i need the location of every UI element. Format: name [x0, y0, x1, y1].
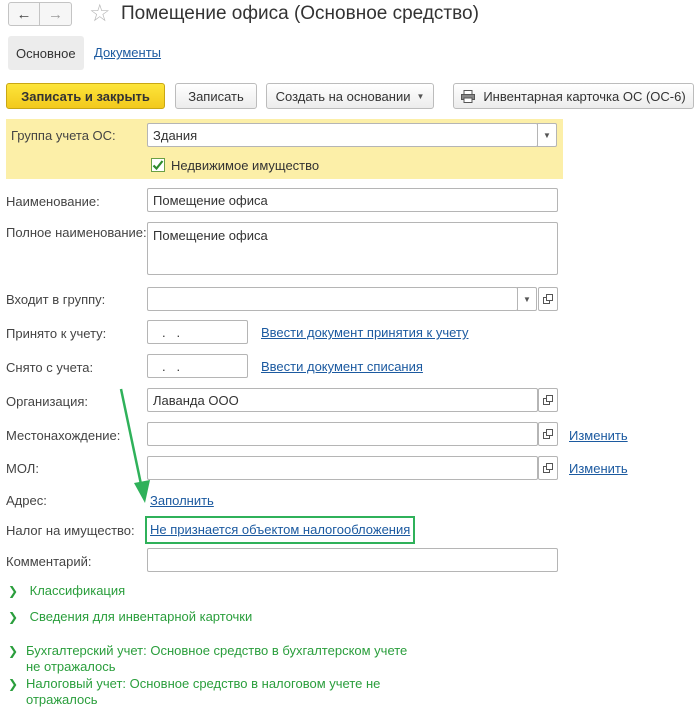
section-title: Налоговый учет: Основное средство в нало…	[26, 676, 381, 691]
open-window-icon	[542, 428, 554, 440]
open-window-icon	[542, 394, 554, 406]
open-window-icon	[542, 462, 554, 474]
tab-main[interactable]: Основное	[8, 36, 84, 70]
group-dropdown-button[interactable]: ▼	[537, 123, 557, 147]
section-classification[interactable]: ❯ Классификация	[8, 583, 125, 599]
tab-documents[interactable]: Документы	[94, 45, 161, 60]
organization-field[interactable]: Лаванда ООО	[147, 388, 538, 412]
name-field[interactable]: Помещение офиса	[147, 188, 558, 212]
organization-label: Организация:	[6, 394, 89, 409]
section-title-continued: не отражалось	[26, 659, 116, 674]
checkmark-icon	[152, 159, 164, 171]
mol-field[interactable]	[147, 456, 538, 480]
location-label: Местонахождение:	[6, 428, 121, 443]
removed-document-link[interactable]: Ввести документ списания	[261, 359, 423, 374]
removed-date-field[interactable]: . .	[147, 354, 248, 378]
parent-group-dropdown-button[interactable]: ▼	[517, 287, 537, 311]
page-title: Помещение офиса (Основное средство)	[121, 3, 479, 24]
save-and-close-button[interactable]: Записать и закрыть	[6, 83, 165, 109]
removed-label: Снято с учета:	[6, 360, 94, 375]
back-button[interactable]: ←	[8, 2, 40, 26]
comment-field[interactable]	[147, 548, 558, 572]
accepted-label: Принято к учету:	[6, 326, 107, 341]
arrow-left-icon: ←	[16, 5, 32, 23]
inventory-card-button[interactable]: Инвентарная карточка ОС (ОС-6)	[453, 83, 694, 109]
section-title: Сведения для инвентарной карточки	[29, 609, 253, 624]
property-tax-link[interactable]: Не признается объектом налогообложения	[150, 522, 410, 537]
location-change-link[interactable]: Изменить	[569, 428, 628, 443]
realty-label: Недвижимое имущество	[171, 158, 320, 173]
chevron-right-icon: ❯	[8, 610, 19, 624]
star-icon[interactable]: ☆	[89, 2, 111, 26]
arrow-right-icon: →	[48, 5, 63, 23]
create-based-on-button[interactable]: Создать на основании ▼	[266, 83, 434, 109]
section-title: Бухгалтерский учет: Основное средство в …	[26, 643, 408, 658]
location-open-button[interactable]	[538, 422, 558, 446]
chevron-down-icon: ▼	[416, 91, 425, 101]
open-window-icon	[542, 293, 554, 305]
organization-open-button[interactable]	[538, 388, 558, 412]
address-label: Адрес:	[6, 493, 47, 508]
group-label: Группа учета ОС:	[11, 128, 116, 143]
section-title: Классификация	[29, 583, 126, 598]
save-button[interactable]: Записать	[175, 83, 257, 109]
parent-group-label: Входит в группу:	[6, 292, 106, 307]
forward-button[interactable]: →	[40, 2, 72, 26]
section-inventory-card[interactable]: ❯ Сведения для инвентарной карточки	[8, 609, 252, 625]
section-tax-accounting[interactable]: ❯ Налоговый учет: Основное средство в на…	[8, 676, 380, 708]
annotation-arrow-icon	[119, 388, 150, 503]
chevron-down-icon: ▼	[523, 294, 531, 304]
chevron-right-icon: ❯	[8, 644, 19, 658]
mol-change-link[interactable]: Изменить	[569, 461, 628, 476]
comment-label: Комментарий:	[6, 554, 92, 569]
location-field[interactable]	[147, 422, 538, 446]
parent-group-field[interactable]	[147, 287, 518, 311]
accepted-document-link[interactable]: Ввести документ принятия к учету	[261, 325, 469, 340]
section-title-continued: отражалось	[26, 692, 98, 707]
property-tax-label: Налог на имущество:	[6, 523, 135, 538]
inventory-card-label: Инвентарная карточка ОС (ОС-6)	[483, 88, 686, 104]
realty-checkbox[interactable]	[151, 158, 165, 172]
mol-label: МОЛ:	[6, 461, 39, 476]
accepted-date-field[interactable]: . .	[147, 320, 248, 344]
chevron-right-icon: ❯	[8, 584, 19, 598]
section-accounting[interactable]: ❯ Бухгалтерский учет: Основное средство …	[8, 643, 407, 675]
fullname-field[interactable]: Помещение офиса	[147, 222, 558, 275]
parent-group-open-button[interactable]	[538, 287, 558, 311]
mol-open-button[interactable]	[538, 456, 558, 480]
name-label: Наименование:	[6, 194, 100, 209]
group-field[interactable]: Здания	[147, 123, 538, 147]
chevron-down-icon: ▼	[543, 130, 551, 140]
create-based-on-label: Создать на основании	[275, 88, 411, 104]
fullname-label: Полное наименование:	[6, 225, 147, 240]
chevron-right-icon: ❯	[8, 677, 19, 691]
printer-icon	[461, 89, 476, 103]
